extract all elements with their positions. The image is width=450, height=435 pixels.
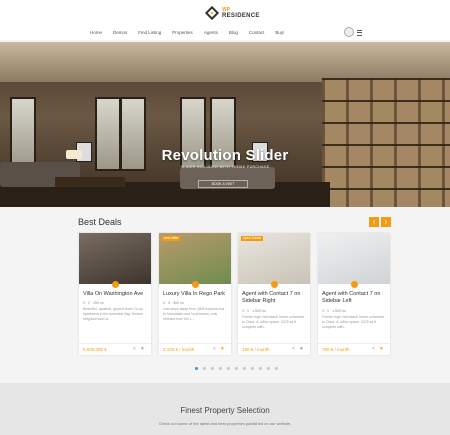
property-meta: 4 · 3 · 400 m² bbox=[163, 301, 185, 305]
card-footer: 750 € / month < ♥ bbox=[318, 343, 390, 356]
property-card[interactable]: Villa On Washington Ave 3 · 2 · 250 m² Bea… bbox=[79, 233, 151, 355]
hero-table bbox=[55, 177, 125, 187]
heart-icon[interactable]: ♥ bbox=[300, 346, 303, 352]
share-icon[interactable]: < bbox=[133, 346, 136, 352]
finest-title: Finest Property Selection bbox=[180, 406, 270, 415]
finest-subtitle: Check out some of the latest and best pr… bbox=[158, 421, 292, 426]
slider-subtitle: SLIDER INCLUDED WITH THEME PURCHASE bbox=[180, 165, 270, 169]
property-image[interactable] bbox=[79, 233, 151, 284]
site-header: WP RESIDENCE Home Demos Find Listing Pro… bbox=[0, 0, 450, 40]
pagination-dot[interactable] bbox=[195, 367, 198, 370]
property-price: 2.100 € / month bbox=[163, 347, 195, 352]
slider-button[interactable]: BOOK A VISIT bbox=[198, 180, 248, 188]
user-icon[interactable] bbox=[344, 27, 354, 37]
nav-agents[interactable]: Agents bbox=[204, 30, 218, 35]
pagination-dot[interactable] bbox=[259, 367, 262, 370]
property-meta: 3 · 1 · 1.500 m² bbox=[322, 309, 346, 313]
property-title[interactable]: Agent with Contact 7 on Sidebar Right bbox=[242, 291, 308, 305]
nav-properties[interactable]: Properties bbox=[172, 30, 193, 35]
pagination-dot[interactable] bbox=[275, 367, 278, 370]
property-price: 5.500.000 € bbox=[83, 347, 107, 352]
logo-icon bbox=[204, 5, 220, 21]
heart-icon[interactable]: ♥ bbox=[380, 346, 383, 352]
slider-title: Revolution Slider bbox=[161, 147, 289, 164]
pagination-dot[interactable] bbox=[267, 367, 270, 370]
nav-home[interactable]: Home bbox=[90, 30, 102, 35]
pagination-dot[interactable] bbox=[243, 367, 246, 370]
logo-bottom-text: RESIDENCE bbox=[222, 13, 260, 19]
pagination-dot[interactable] bbox=[203, 367, 206, 370]
share-icon[interactable]: < bbox=[372, 346, 375, 352]
nav-demos[interactable]: Demos bbox=[113, 30, 127, 35]
nav-contact[interactable]: Contact bbox=[249, 30, 265, 35]
property-tag: open house bbox=[241, 236, 264, 241]
pagination-dot[interactable] bbox=[251, 367, 254, 370]
property-card[interactable]: open house Agent with Contact 7 on Sideba… bbox=[238, 233, 310, 355]
main-nav: Home Demos Find Listing Properties Agent… bbox=[90, 30, 295, 35]
share-icon[interactable]: < bbox=[213, 346, 216, 352]
heart-icon[interactable]: ♥ bbox=[221, 346, 224, 352]
property-price: 750 € / month bbox=[322, 347, 350, 352]
section-title: Best Deals bbox=[78, 217, 122, 227]
property-card[interactable]: Agent with Contact 7 on Sidebar Left 3 · … bbox=[318, 233, 390, 355]
nav-blog[interactable]: Blog bbox=[229, 30, 238, 35]
prev-arrow-icon[interactable]: ‹ bbox=[369, 217, 379, 227]
property-description: Beautiful, updated, ground level Co-op a… bbox=[83, 307, 144, 321]
property-description: Former high end beach home converted to … bbox=[322, 315, 385, 329]
card-footer: 5.500.000 € < ♥ bbox=[79, 343, 151, 356]
property-description: Former high end beach home converted to … bbox=[242, 315, 305, 329]
map-pin-icon bbox=[112, 281, 119, 288]
property-title[interactable]: Agent with Contact 7 on Sidebar Left bbox=[322, 291, 388, 305]
share-icon[interactable]: < bbox=[292, 346, 295, 352]
site-logo[interactable]: WP RESIDENCE bbox=[204, 5, 260, 21]
map-pin-icon bbox=[271, 281, 278, 288]
heart-icon[interactable]: ♥ bbox=[141, 346, 144, 352]
property-title[interactable]: Luxury Villa In Rego Park bbox=[163, 291, 229, 298]
map-pin-icon bbox=[351, 281, 358, 288]
property-meta: 3 · 1 · 1.500 m² bbox=[242, 309, 266, 313]
menu-icon[interactable] bbox=[357, 30, 362, 36]
map-pin-icon bbox=[192, 281, 199, 288]
nav-find-listing[interactable]: Find Listing bbox=[138, 30, 161, 35]
property-meta: 3 · 2 · 250 m² bbox=[83, 301, 105, 305]
card-footer: 2.100 € / month < ♥ bbox=[159, 343, 231, 356]
pagination-dot[interactable] bbox=[219, 367, 222, 370]
carousel-pagination bbox=[195, 367, 278, 370]
property-price: 150 € / month bbox=[242, 347, 270, 352]
pagination-dot[interactable] bbox=[211, 367, 214, 370]
property-description: Just steps away from QM3 express bus to … bbox=[163, 307, 225, 321]
card-footer: 150 € / month < ♥ bbox=[238, 343, 310, 356]
hero-bookshelf bbox=[322, 78, 450, 207]
hero-ceiling bbox=[0, 42, 450, 82]
pagination-dot[interactable] bbox=[235, 367, 238, 370]
property-tag: new offer bbox=[162, 236, 181, 241]
property-image[interactable] bbox=[318, 233, 390, 284]
nav-buy[interactable]: Buy! bbox=[275, 30, 284, 35]
property-card[interactable]: new offer Luxury Villa In Rego Park 4 · 3 … bbox=[159, 233, 231, 355]
pagination-dot[interactable] bbox=[227, 367, 230, 370]
next-arrow-icon[interactable]: › bbox=[381, 217, 391, 227]
property-title[interactable]: Villa On Washington Ave bbox=[83, 291, 149, 298]
